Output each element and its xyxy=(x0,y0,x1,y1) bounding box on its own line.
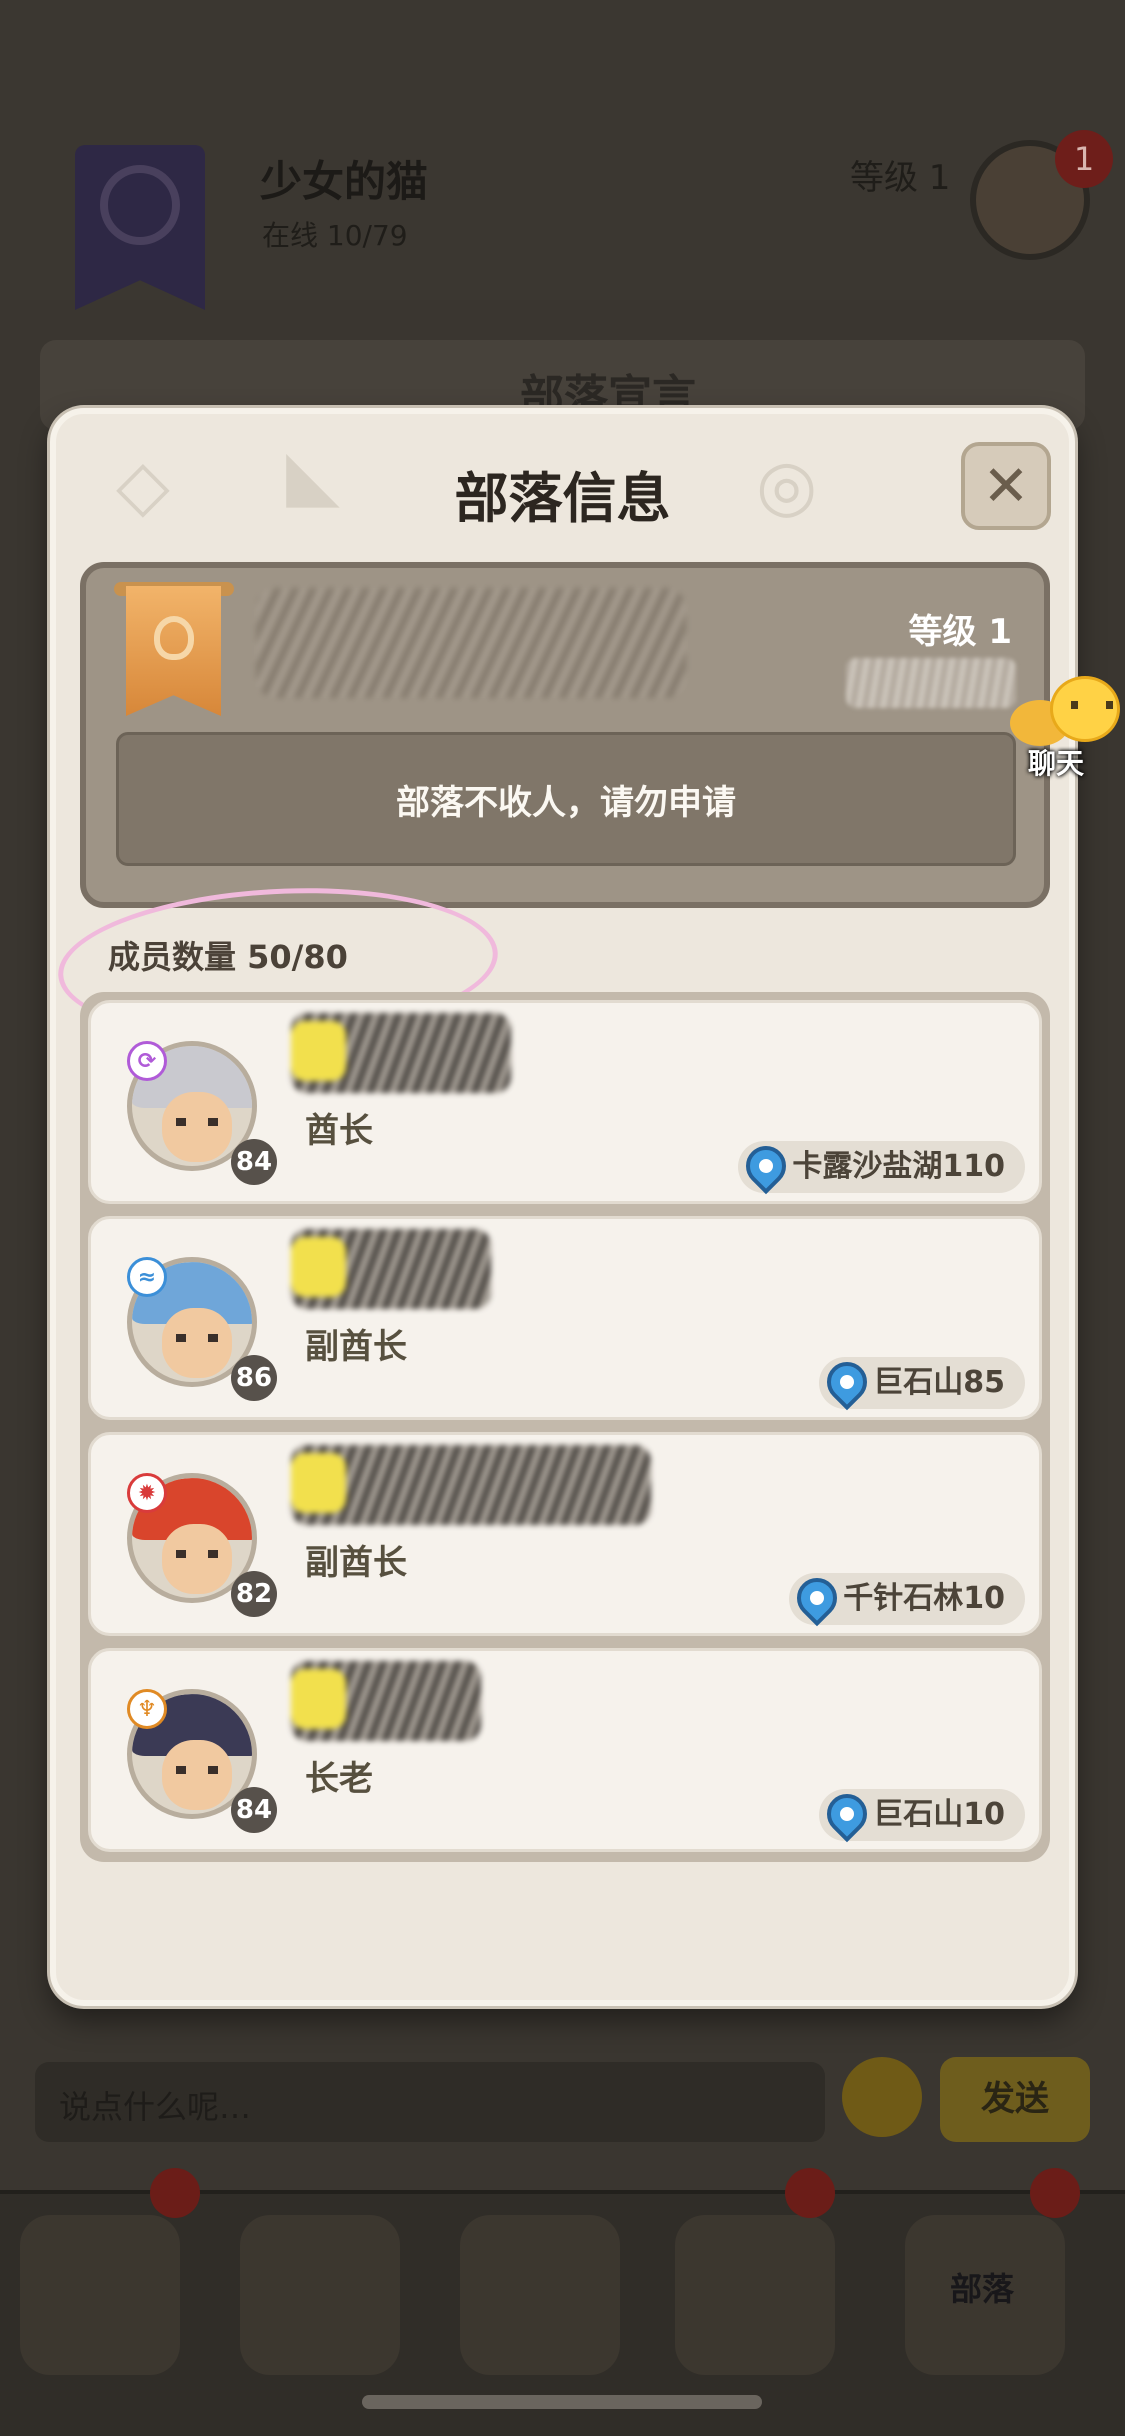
moon-icon xyxy=(100,165,180,245)
tribe-info-modal: ◇ ◣ ◎ 部落信息 ✕ 等级 1 部落不收人，请勿申请 成员数量 50/80 … xyxy=(50,408,1075,2006)
tab-pets[interactable] xyxy=(20,2215,180,2375)
chat-input[interactable]: 说点什么呢… xyxy=(35,2062,825,2142)
member-row[interactable]: ⟳ 84 酋长 卡露沙盐湖110 xyxy=(88,1000,1042,1204)
member-location[interactable]: 卡露沙盐湖110 xyxy=(738,1137,1025,1195)
bell-icon xyxy=(785,2168,835,2218)
avatar-eyes xyxy=(176,1766,218,1774)
member-name-redacted xyxy=(291,1445,651,1525)
member-row[interactable]: ≈ 86 副酋长 巨石山85 xyxy=(88,1216,1042,1420)
info-level: 等级 1 xyxy=(908,612,1013,652)
home-indicator[interactable] xyxy=(362,2395,762,2409)
modal-title: 部落信息 xyxy=(454,467,671,530)
element-icon: ✹ xyxy=(127,1473,167,1513)
tribe-name-redacted xyxy=(256,588,686,698)
element-icon: ♆ xyxy=(127,1689,167,1729)
tab-battle[interactable] xyxy=(460,2215,620,2375)
member-count: 成员数量 50/80 xyxy=(108,938,348,976)
avatar-face xyxy=(162,1092,232,1162)
location-pin-icon xyxy=(738,1137,795,1195)
send-button[interactable]: 发送 xyxy=(940,2057,1090,2142)
bell-icon xyxy=(1030,2168,1080,2218)
tribe-name: 少女的猫 xyxy=(260,157,429,206)
location-label: 卡露沙盐湖110 xyxy=(792,1149,1005,1184)
element-icon: ≈ xyxy=(127,1257,167,1297)
member-location[interactable]: 千针石林10 xyxy=(788,1569,1025,1627)
member-row[interactable]: ✹ 82 副酋长 千针石林10 xyxy=(88,1432,1042,1636)
location-pin-icon xyxy=(818,1785,876,1843)
member-role: 长老 xyxy=(305,1759,373,1799)
member-name-redacted xyxy=(291,1229,491,1309)
chat-label: 聊天 xyxy=(1028,747,1085,780)
member-list: ⟳ 84 酋长 卡露沙盐湖110 ≈ 86 副酋长 巨石山85 ✹ 82 副酋长… xyxy=(80,992,1050,1862)
member-role: 副酋长 xyxy=(305,1543,407,1583)
avatar-eyes xyxy=(176,1118,218,1126)
member-row[interactable]: ♆ 84 长老 巨石山10 xyxy=(88,1648,1042,1852)
location-label: 千针石林10 xyxy=(843,1581,1005,1616)
avatar-face xyxy=(162,1740,232,1810)
avatar-eyes xyxy=(176,1334,218,1342)
chat-face-icon xyxy=(1050,676,1120,742)
bell-icon xyxy=(150,2168,200,2218)
member-role: 副酋长 xyxy=(305,1327,407,1367)
location-pin-icon xyxy=(818,1353,876,1411)
tribe-level: 等级 1 xyxy=(850,158,951,198)
tab-tribe-label: 部落 xyxy=(950,2270,1015,2308)
member-name-redacted xyxy=(291,1013,511,1093)
member-location[interactable]: 巨石山85 xyxy=(818,1353,1025,1411)
location-pin-icon xyxy=(788,1569,846,1627)
chat-float-button[interactable]: 聊天 xyxy=(1010,670,1120,780)
element-icon: ⟳ xyxy=(127,1041,167,1081)
member-name-redacted xyxy=(291,1661,481,1741)
avatar-eyes xyxy=(176,1550,218,1558)
member-level: 82 xyxy=(231,1571,277,1617)
location-label: 巨石山10 xyxy=(873,1797,1005,1832)
emoji-icon[interactable] xyxy=(842,2057,922,2137)
member-role: 酋长 xyxy=(305,1111,373,1151)
close-icon: ✕ xyxy=(982,453,1030,519)
close-button[interactable]: ✕ xyxy=(961,442,1051,530)
member-level: 84 xyxy=(231,1787,277,1833)
notification-badge: 1 xyxy=(1055,130,1113,188)
member-location[interactable]: 巨石山10 xyxy=(818,1785,1025,1843)
member-level: 84 xyxy=(231,1139,277,1185)
avatar-face xyxy=(162,1308,232,1378)
tribe-info-card: 等级 1 部落不收人，请勿申请 xyxy=(80,562,1050,908)
tribe-id-redacted xyxy=(846,658,1016,708)
location-label: 巨石山85 xyxy=(873,1365,1005,1400)
tribe-emblem-icon xyxy=(154,616,194,660)
online-count: 在线 10/79 xyxy=(262,219,408,252)
avatar-face xyxy=(162,1524,232,1594)
tab-character[interactable] xyxy=(240,2215,400,2375)
member-level: 86 xyxy=(231,1355,277,1401)
tribe-notice: 部落不收人，请勿申请 xyxy=(116,732,1016,866)
tab-friends[interactable] xyxy=(675,2215,835,2375)
